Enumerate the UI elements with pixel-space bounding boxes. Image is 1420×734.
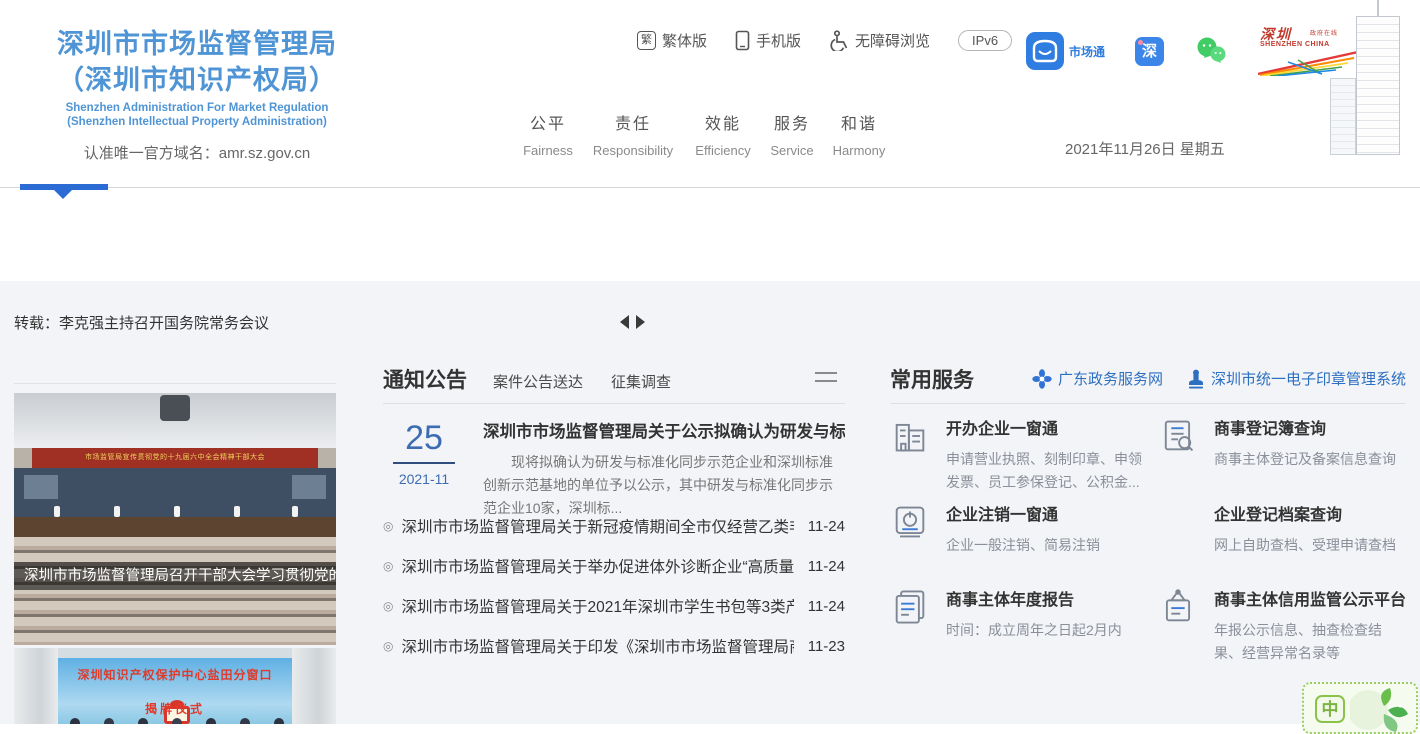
org-name-en: Shenzhen Administration For Market Regul…: [32, 101, 362, 129]
app-links-row: 市场通 深 深圳 政府在线 SHENZHEN CHINA: [1026, 24, 1362, 78]
traditional-chinese-icon: 繁: [637, 31, 656, 50]
photo-desk: [14, 517, 336, 537]
org-name-en-line2: (Shenzhen Intellectual Property Administ…: [32, 115, 362, 129]
tab-surveys[interactable]: 征集调查: [611, 371, 671, 392]
carousel-slide-ceremony-photo[interactable]: 深圳知识产权保护中心盐田分窗口 揭牌仪式: [14, 648, 336, 724]
current-date: 2021年11月26日 星期五: [1065, 138, 1225, 159]
services-divider: [890, 403, 1406, 404]
featured-notice[interactable]: 25 2021-11 深圳市市场监督管理局关于公示拟确认为研发与标... 现将拟…: [383, 418, 845, 498]
services-title: 常用服务: [890, 364, 974, 394]
accessibility-wheelchair-icon: [829, 30, 849, 51]
flower-icon: [1032, 369, 1052, 389]
site-logo[interactable]: 深圳市市场监督管理局 （深圳市知识产权局） Shenzhen Administr…: [32, 26, 362, 163]
photo-audience: [14, 537, 336, 645]
bullet-icon: ◎: [383, 519, 393, 533]
power-off-icon: [890, 502, 930, 542]
e-seal-system-link[interactable]: 深圳市统一电子印章管理系统: [1187, 368, 1406, 389]
service-register-query[interactable]: 商事登记簿查询 商事主体登记及备案信息查询: [1158, 415, 1406, 501]
main-navigation: 首页 政务公开 政务服务 政民互动 专题服务 政务机器人: [0, 188, 1420, 281]
notice-list-item[interactable]: ◎ 深圳市市场监督管理局关于印发《深圳市市场监督管理局商... 11-23: [383, 626, 845, 666]
services-grid: 开办企业一窗通 申请营业执照、刻制印章、申领发票、员工参保登记、公积金... 商…: [890, 415, 1406, 665]
service-credit-platform[interactable]: 商事主体信用监管公示平台 年报公示信息、抽查检查结果、经营异常名录等: [1158, 586, 1406, 665]
market-app-link[interactable]: 市场通: [1026, 32, 1105, 70]
photo-panelists: [54, 506, 60, 517]
notices-more-icon[interactable]: [815, 372, 837, 388]
annual-report-icon: [890, 587, 930, 627]
notice-list-item[interactable]: ◎ 深圳市市场监督管理局关于举办促进体外诊断企业“高质量... 11-24: [383, 546, 845, 586]
floating-widget[interactable]: 中: [1302, 682, 1418, 734]
service-annual-report[interactable]: 商事主体年度报告 时间：成立周年之日起2月内: [890, 586, 1158, 665]
stamp-icon: [1187, 369, 1205, 389]
tab-case-announcements[interactable]: 案件公告送达: [493, 371, 583, 392]
utility-toolbar: 繁 繁体版 手机版 无障碍浏览 IPv6: [637, 30, 1012, 51]
ishenzhen-app-icon[interactable]: 深: [1135, 37, 1164, 66]
news-ticker[interactable]: 转载：李克强主持召开国务院常务会议: [14, 312, 269, 333]
bullet-icon: ◎: [383, 599, 393, 613]
featured-day: 25: [383, 420, 465, 456]
service-business-cancellation[interactable]: 企业注销一窗通 企业一般注销、简易注销: [890, 501, 1158, 586]
core-values-strip: 公平 Fairness 责任 Responsibility 效能 Efficie…: [522, 110, 888, 158]
carousel-top-divider: [14, 383, 336, 384]
ticker-controls: [620, 315, 645, 329]
accessibility-button[interactable]: 无障碍浏览: [829, 30, 930, 51]
notice-list-item[interactable]: ◎ 深圳市市场监督管理局关于新冠疫情期间全市仅经营乙类非... 11-24: [383, 506, 845, 546]
org-name-cn-line1: 深圳市市场监督管理局: [32, 26, 362, 62]
wechat-icon[interactable]: [1194, 36, 1228, 66]
value-harmony: 和谐 Harmony: [830, 110, 888, 158]
notices-title: 通知公告: [383, 364, 467, 394]
guangdong-gov-service-link[interactable]: 广东政务服务网: [1032, 368, 1163, 389]
featured-title[interactable]: 深圳市市场监督管理局关于公示拟确认为研发与标...: [483, 418, 845, 442]
service-archive-query[interactable]: 企业登记档案查询 网上自助查档、受理申请查档: [1158, 501, 1406, 586]
accessibility-label: 无障碍浏览: [855, 30, 930, 51]
active-tab-arrow: [54, 190, 72, 199]
ceremony-banner-line2: 揭牌仪式: [58, 700, 292, 717]
market-app-label: 市场通: [1069, 43, 1105, 60]
widget-zhong-label: 中: [1315, 695, 1345, 723]
carousel-caption[interactable]: 深圳市市场监督管理局召开干部大会学习贯彻党的十...: [14, 562, 336, 590]
mobile-version-button[interactable]: 手机版: [735, 30, 801, 51]
document-search-icon: [1158, 416, 1198, 456]
market-app-icon: [1026, 32, 1064, 70]
official-domain-notice: 认准唯一官方域名：amr.sz.gov.cn: [32, 142, 362, 163]
hanging-board-icon: [1158, 587, 1198, 627]
nav-top-divider: [0, 187, 1420, 188]
ceremony-people: [70, 718, 80, 724]
carousel-slide-conference-photo[interactable]: 市场监管局宣传贯彻党的十九届六中全会精神干部大会 深圳市市场监督管理局召开干部大…: [14, 393, 336, 645]
ceremony-banner-line1: 深圳知识产权保护中心盐田分窗口: [58, 666, 292, 683]
value-fairness: 公平 Fairness: [522, 110, 574, 158]
company-building-icon: [890, 416, 930, 456]
notice-list-item[interactable]: ◎ 深圳市市场监督管理局关于2021年深圳市学生书包等3类产... 11-24: [383, 586, 845, 626]
ipv6-badge[interactable]: IPv6: [958, 30, 1012, 51]
notice-list: ◎ 深圳市市场监督管理局关于新冠疫情期间全市仅经营乙类非... 11-24 ◎ …: [383, 506, 845, 666]
bullet-icon: ◎: [383, 559, 393, 573]
building-sketch-image: [1316, 0, 1418, 155]
value-service: 服务 Service: [768, 110, 816, 158]
photo-projector: [160, 395, 190, 421]
ticker-next-icon[interactable]: [636, 315, 645, 329]
featured-date-block: 25 2021-11: [383, 420, 465, 487]
mobile-phone-icon: [735, 30, 750, 51]
notices-divider: [383, 403, 845, 404]
value-responsibility: 责任 Responsibility: [588, 110, 678, 158]
clover-leaves-icon: [1350, 684, 1416, 734]
services-panel: 常用服务 广东政务服务网 深圳市统一电子印章管理系统: [890, 360, 1406, 394]
service-open-business[interactable]: 开办企业一窗通 申请营业执照、刻制印章、申领发票、员工参保登记、公积金...: [890, 415, 1158, 501]
bullet-icon: ◎: [383, 639, 393, 653]
notices-panel: 通知公告 案件公告送达 征集调查 25 2021-11 深圳市市场监督管理局关于…: [383, 360, 845, 680]
org-name-en-line1: Shenzhen Administration For Market Regul…: [32, 101, 362, 115]
site-header: 深圳市市场监督管理局 （深圳市知识产权局） Shenzhen Administr…: [0, 0, 1420, 187]
photo-wall: [14, 468, 336, 518]
value-efficiency: 效能 Efficiency: [692, 110, 754, 158]
mobile-version-label: 手机版: [756, 30, 801, 51]
photo-banner-text: 市场监管局宣传贯彻党的十九届六中全会精神干部大会: [32, 448, 318, 468]
ticker-prev-icon[interactable]: [620, 315, 629, 329]
traditional-chinese-label: 繁体版: [662, 30, 707, 51]
featured-month: 2021-11: [383, 471, 465, 487]
org-name-cn-line2: （深圳市知识产权局）: [32, 62, 362, 98]
traditional-chinese-button[interactable]: 繁 繁体版: [637, 30, 707, 51]
